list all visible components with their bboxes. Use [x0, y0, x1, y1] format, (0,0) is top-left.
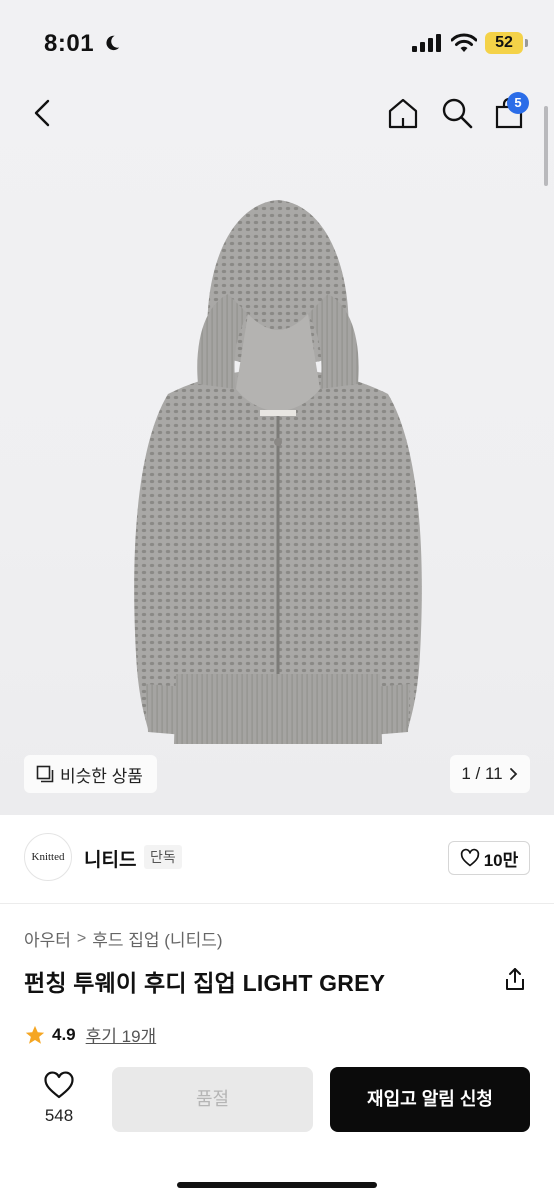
- battery-indicator: 52: [485, 32, 523, 54]
- similar-products-label: 비슷한 상품: [60, 766, 143, 786]
- bottom-action-bar: 548 품절 재입고 알림 신청: [0, 1050, 554, 1200]
- brand-logo[interactable]: Knitted: [24, 833, 72, 881]
- scrollbar[interactable]: [544, 106, 548, 186]
- wifi-icon: [451, 33, 477, 52]
- status-time: 8:01: [44, 30, 95, 57]
- rating-row: 4.9 후기 19개: [24, 1022, 156, 1047]
- breadcrumb-category[interactable]: 아우터: [24, 926, 71, 951]
- breadcrumb: 아우터 > 후드 집업 (니티드): [24, 926, 223, 951]
- chevron-right-icon: [509, 768, 517, 780]
- signal-icon: [412, 34, 441, 52]
- image-pager[interactable]: 1 / 11: [450, 755, 530, 793]
- wishlist-button[interactable]: 548: [34, 1070, 84, 1126]
- brand-like-button[interactable]: 10만: [448, 841, 530, 875]
- home-indicator: [177, 1182, 377, 1188]
- soldout-button[interactable]: 품절: [112, 1067, 313, 1132]
- heart-icon: [460, 848, 479, 867]
- brand-name[interactable]: 니티드: [84, 845, 136, 872]
- heart-icon: [44, 1071, 74, 1099]
- exclusive-badge: 단독: [144, 845, 182, 869]
- similar-products-button[interactable]: 비슷한 상품: [24, 755, 157, 793]
- wishlist-count: 548: [44, 1106, 74, 1125]
- restock-alert-button[interactable]: 재입고 알림 신청: [330, 1067, 530, 1132]
- status-bar: 8:01 52: [0, 0, 554, 88]
- product-gallery[interactable]: 5 비슷한 상품 1 / 11: [0, 88, 554, 815]
- back-icon[interactable]: [28, 98, 56, 128]
- rating-value: 4.9: [52, 1024, 76, 1044]
- product-title: 펀칭 투웨이 후디 집업 LIGHT GREY: [24, 970, 386, 996]
- share-icon[interactable]: [503, 966, 527, 992]
- brand-like-count: 10만: [483, 850, 519, 870]
- battery-tip: [525, 39, 528, 47]
- breadcrumb-separator: >: [76, 929, 87, 947]
- brand-row: Knitted 니티드 단독 10만: [24, 833, 530, 881]
- home-icon[interactable]: [386, 96, 420, 130]
- pager-text: 1 / 11: [461, 764, 503, 783]
- search-icon[interactable]: [440, 96, 474, 130]
- moon-icon: [106, 35, 120, 51]
- review-count-link[interactable]: 후기 19개: [86, 1022, 157, 1047]
- star-icon: [25, 1025, 45, 1044]
- section-divider: [0, 903, 554, 904]
- product-image: [134, 200, 422, 744]
- similar-icon: [36, 765, 54, 783]
- cart-count-badge: 5: [507, 92, 529, 114]
- breadcrumb-subcategory[interactable]: 후드 집업 (니티드): [92, 926, 222, 951]
